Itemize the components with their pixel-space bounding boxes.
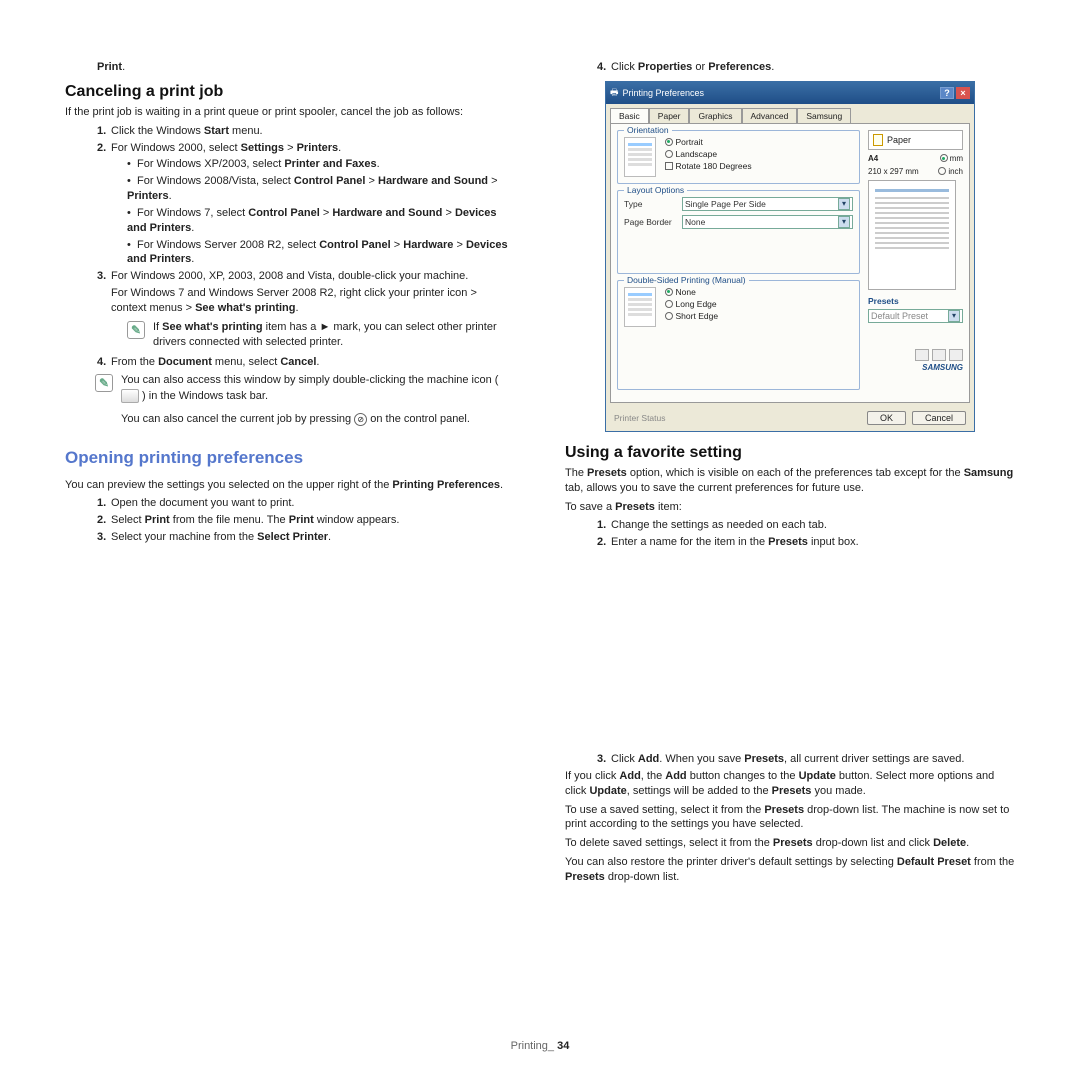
type-combo[interactable]: Single Page Per Side▾ — [682, 197, 853, 211]
tab-samsung[interactable]: Samsung — [797, 108, 851, 123]
step-2: 2.For Windows 2000, select Settings > Pr… — [97, 141, 515, 156]
duplex-thumb — [624, 287, 656, 327]
open-intro: You can preview the settings you selecte… — [65, 478, 515, 493]
preset-note-1: If you click Add, the Add button changes… — [565, 769, 1015, 799]
step-3: 3.For Windows 2000, XP, 2003, 2008 and V… — [97, 269, 515, 284]
step-3b: For Windows 7 and Windows Server 2008 R2… — [97, 286, 515, 316]
note-icon: ✎ — [95, 374, 113, 392]
border-combo[interactable]: None▾ — [682, 215, 853, 229]
printer-status-link[interactable]: Printer Status — [614, 413, 666, 423]
ok-button[interactable]: OK — [867, 411, 906, 425]
help-button[interactable]: ? — [940, 87, 954, 99]
preset-step-2: 2.Enter a name for the item in the Prese… — [597, 535, 1015, 550]
open-step-1: 1.Open the document you want to print. — [97, 496, 515, 511]
paper-icon — [873, 134, 883, 146]
preset-note-4: You can also restore the printer driver'… — [565, 855, 1015, 885]
check-rotate[interactable]: Rotate 180 Degrees — [665, 161, 752, 171]
cancel-button-icon: ⊘ — [354, 413, 367, 426]
tab-advanced[interactable]: Advanced — [742, 108, 798, 123]
page-preview — [868, 180, 956, 290]
cancel-intro: If the print job is waiting in a print q… — [65, 105, 515, 120]
right-step-4: 4.Click Properties or Preferences. — [565, 60, 1015, 75]
preset-step-1: 1.Change the settings as needed on each … — [597, 518, 1015, 533]
preset-note-2: To use a saved setting, select it from t… — [565, 803, 1015, 833]
open-step-3: 3.Select your machine from the Select Pr… — [97, 530, 515, 545]
print-line: Print. — [65, 60, 515, 75]
heading-cancel: Canceling a print job — [65, 83, 515, 101]
paper-indicator: Paper — [868, 130, 963, 150]
tab-basic[interactable]: Basic — [610, 108, 649, 123]
preset-note-3: To delete saved settings, select it from… — [565, 836, 1015, 851]
chevron-down-icon: ▾ — [838, 216, 850, 228]
samsung-logo: SAMSUNG — [868, 363, 963, 372]
bullet-win7: •For Windows 7, select Control Panel > H… — [127, 206, 515, 236]
bullet-xp: •For Windows XP/2003, select Printer and… — [127, 157, 515, 172]
reset-icon[interactable] — [915, 349, 929, 361]
printing-preferences-dialog: 🖶 Printing Preferences ? × Basic Paper G… — [605, 81, 975, 432]
bullet-vista: •For Windows 2008/Vista, select Control … — [127, 174, 515, 204]
tip-mark: ✎ If See what's printing item has a ► ma… — [127, 320, 515, 351]
paper-spec: A4 mm — [868, 154, 963, 163]
presets-combo[interactable]: Default Preset▾ — [868, 309, 963, 323]
tab-strip: Basic Paper Graphics Advanced Samsung — [606, 104, 974, 123]
step-4: 4.From the Document menu, select Cancel. — [97, 355, 515, 370]
printer-icon: 🖶 — [610, 85, 619, 101]
open-step-2: 2.Select Print from the file menu. The P… — [97, 513, 515, 528]
help-icon[interactable] — [949, 349, 963, 361]
radio-none[interactable]: None — [665, 287, 719, 297]
layout-group: Layout Options Type Single Page Per Side… — [617, 190, 860, 274]
tab-paper[interactable]: Paper — [649, 108, 690, 123]
tab-graphics[interactable]: Graphics — [689, 108, 741, 123]
chevron-down-icon: ▾ — [838, 198, 850, 210]
tip-taskbar: ✎ You can also access this window by sim… — [95, 373, 515, 427]
close-button[interactable]: × — [956, 87, 970, 99]
unit-inch[interactable]: inch — [938, 167, 963, 176]
radio-portrait[interactable]: Portrait — [665, 137, 752, 147]
print-bold: Print — [97, 61, 122, 73]
duplex-group: Double-Sided Printing (Manual) None Long… — [617, 280, 860, 390]
info-icon[interactable] — [932, 349, 946, 361]
orientation-thumb — [624, 137, 656, 177]
heading-opening-prefs: Opening printing preferences — [65, 448, 515, 468]
bullet-2008r2: •For Windows Server 2008 R2, select Cont… — [127, 238, 515, 268]
right-column: 4.Click Properties or Preferences. 🖶 Pri… — [565, 60, 1015, 889]
printer-taskbar-icon — [121, 389, 139, 403]
radio-short[interactable]: Short Edge — [665, 311, 719, 321]
preset-step-3: 3.Click Add. When you save Presets, all … — [597, 752, 1015, 767]
heading-favorite: Using a favorite setting — [565, 444, 1015, 462]
page-footer: Printing_ 34 — [0, 1040, 1080, 1052]
orientation-group: Orientation Portrait Landscape Rotate 18… — [617, 130, 860, 184]
radio-long[interactable]: Long Edge — [665, 299, 719, 309]
radio-landscape[interactable]: Landscape — [665, 149, 752, 159]
fav-intro: The Presets option, which is visible on … — [565, 466, 1015, 496]
left-column: Print. Canceling a print job If the prin… — [65, 60, 515, 889]
dialog-title: Printing Preferences — [623, 88, 705, 98]
chevron-down-icon: ▾ — [948, 310, 960, 322]
step-1: 1.Click the Windows Start menu. — [97, 124, 515, 139]
cancel-button[interactable]: Cancel — [912, 411, 966, 425]
dialog-titlebar: 🖶 Printing Preferences ? × — [606, 82, 974, 104]
corner-buttons — [868, 349, 963, 361]
note-icon: ✎ — [127, 321, 145, 339]
unit-mm[interactable]: mm — [940, 154, 963, 163]
